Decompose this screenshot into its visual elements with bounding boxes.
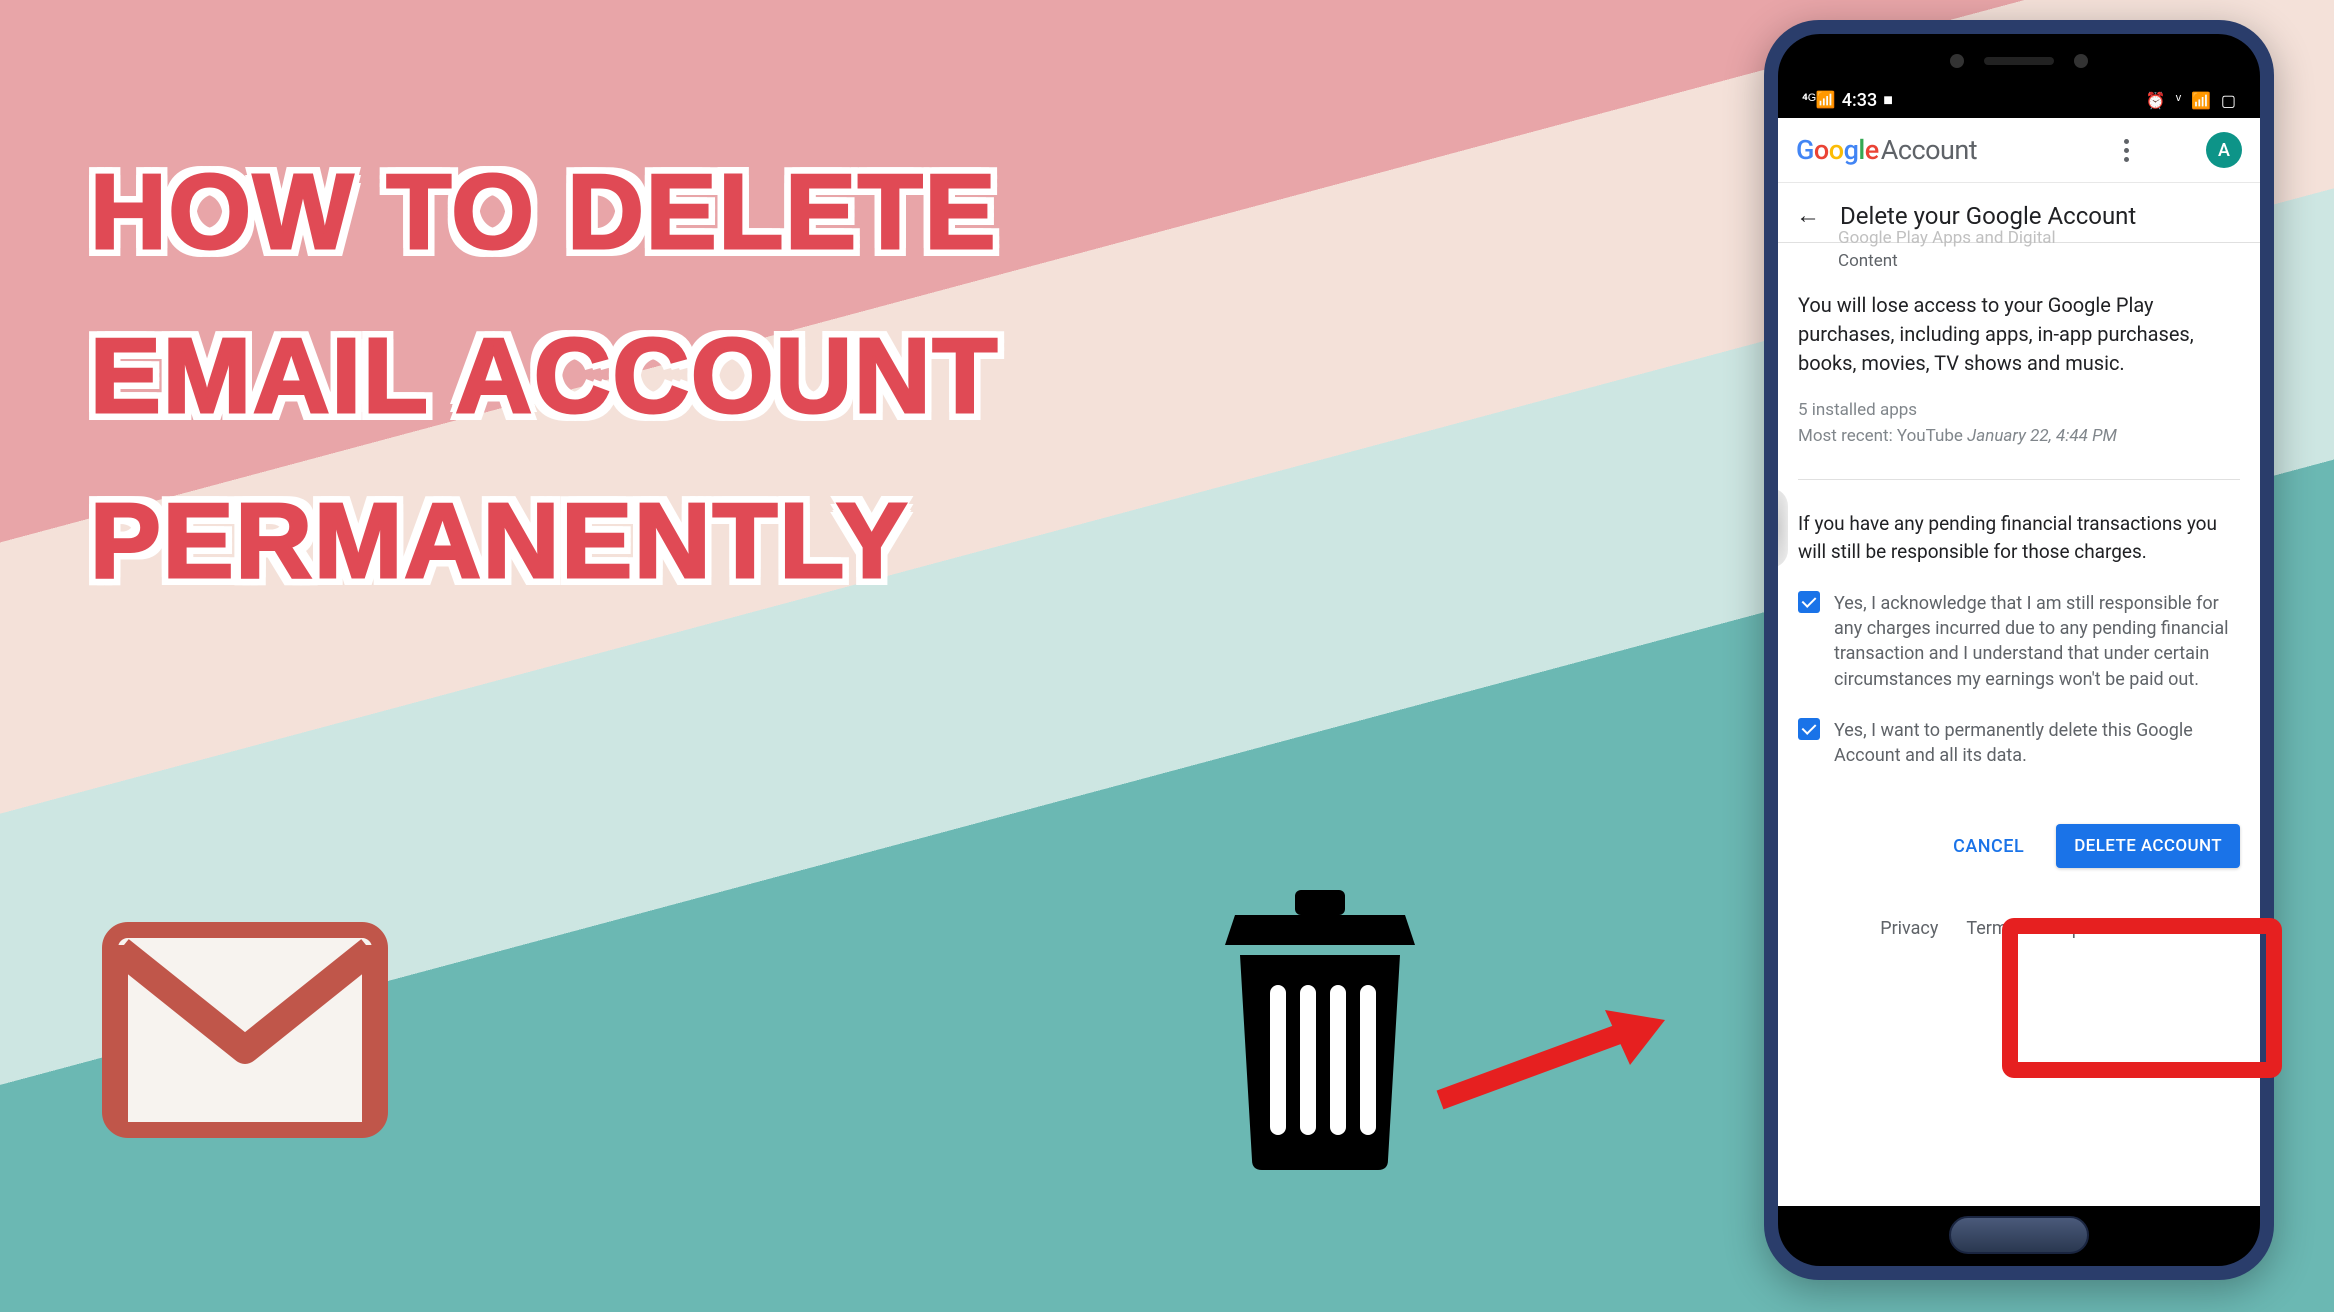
checkbox-charges[interactable] <box>1798 591 1820 613</box>
footer-terms[interactable]: Terms <box>1966 918 2017 939</box>
app-header: GoogleAccount A <box>1778 118 2260 183</box>
vibrate-icon: ᵛ <box>2176 90 2181 110</box>
battery-icon: ▢ <box>2221 91 2236 110</box>
back-arrow-icon[interactable]: ← <box>1796 201 1820 230</box>
footer-about[interactable]: About <box>2110 918 2158 939</box>
content-fragment: Content <box>1798 251 2240 271</box>
checkbox-delete-confirm[interactable] <box>1798 718 1820 740</box>
action-buttons: CANCEL DELETE ACCOUNT <box>1778 804 2260 878</box>
checkbox-row-2: Yes, I want to permanently delete this G… <box>1798 718 2240 768</box>
title-line-2: email account <box>90 294 999 458</box>
gmail-icon <box>100 920 390 1140</box>
footer-privacy[interactable]: Privacy <box>1880 918 1938 939</box>
ghost-text: Google Play Apps and Digital <box>1838 228 2056 248</box>
footer-links: Privacy Terms Help About <box>1778 888 2260 959</box>
page-title-bar: ← Delete your Google Account Google Play… <box>1778 183 2260 243</box>
avatar[interactable]: A <box>2206 132 2242 168</box>
footer-help[interactable]: Help <box>2045 918 2082 939</box>
title-line-3: permanently <box>90 459 999 623</box>
wifi-icon: 📶 <box>2191 91 2211 110</box>
thumbnail-title: How To Delete email account permanently <box>90 130 999 623</box>
checkbox-label-2: Yes, I want to permanently delete this G… <box>1834 718 2240 768</box>
trash-icon <box>1210 890 1430 1170</box>
google-logo: GoogleAccount <box>1796 134 1977 166</box>
checkbox-label-1: Yes, I acknowledge that I am still respo… <box>1834 591 2240 692</box>
cancel-button[interactable]: CANCEL <box>1941 826 2036 867</box>
phone-screen: GoogleAccount A ← Delete your Google Acc… <box>1778 118 2260 1206</box>
alarm-icon: ⏰ <box>2146 91 2166 110</box>
warning-text: You will lose access to your Google Play… <box>1798 291 2240 378</box>
apps-icon[interactable] <box>2160 138 2184 162</box>
title-line-1: How To Delete <box>90 130 999 294</box>
installed-apps-count: 5 installed apps <box>1798 398 2240 424</box>
phone-camera <box>1950 54 2088 68</box>
delete-account-button[interactable]: DELETE ACCOUNT <box>2056 824 2240 868</box>
scroll-indicator <box>1778 488 1788 568</box>
signal-icon: ⁴ᴳ📶 <box>1802 90 1836 110</box>
apps-meta: 5 installed apps Most recent: YouTube Ja… <box>1798 398 2240 449</box>
status-bar: ⁴ᴳ📶 4:33 ■ ⏰ ᵛ 📶 ▢ <box>1778 82 2260 118</box>
financial-warning: If you have any pending financial transa… <box>1798 510 2240 565</box>
video-icon: ■ <box>1883 90 1893 110</box>
status-time: 4:33 <box>1842 90 1877 111</box>
divider <box>1798 479 2240 480</box>
phone-frame: ⁴ᴳ📶 4:33 ■ ⏰ ᵛ 📶 ▢ GoogleAccount <box>1764 20 2274 1280</box>
menu-icon[interactable] <box>2114 138 2138 162</box>
recent-app-line: Most recent: YouTube January 22, 4:44 PM <box>1798 424 2240 450</box>
highlight-arrow <box>1430 1000 1690 1120</box>
home-button[interactable] <box>1949 1216 2089 1254</box>
page-title: Delete your Google Account <box>1840 202 2136 230</box>
checkbox-row-1: Yes, I acknowledge that I am still respo… <box>1798 591 2240 692</box>
